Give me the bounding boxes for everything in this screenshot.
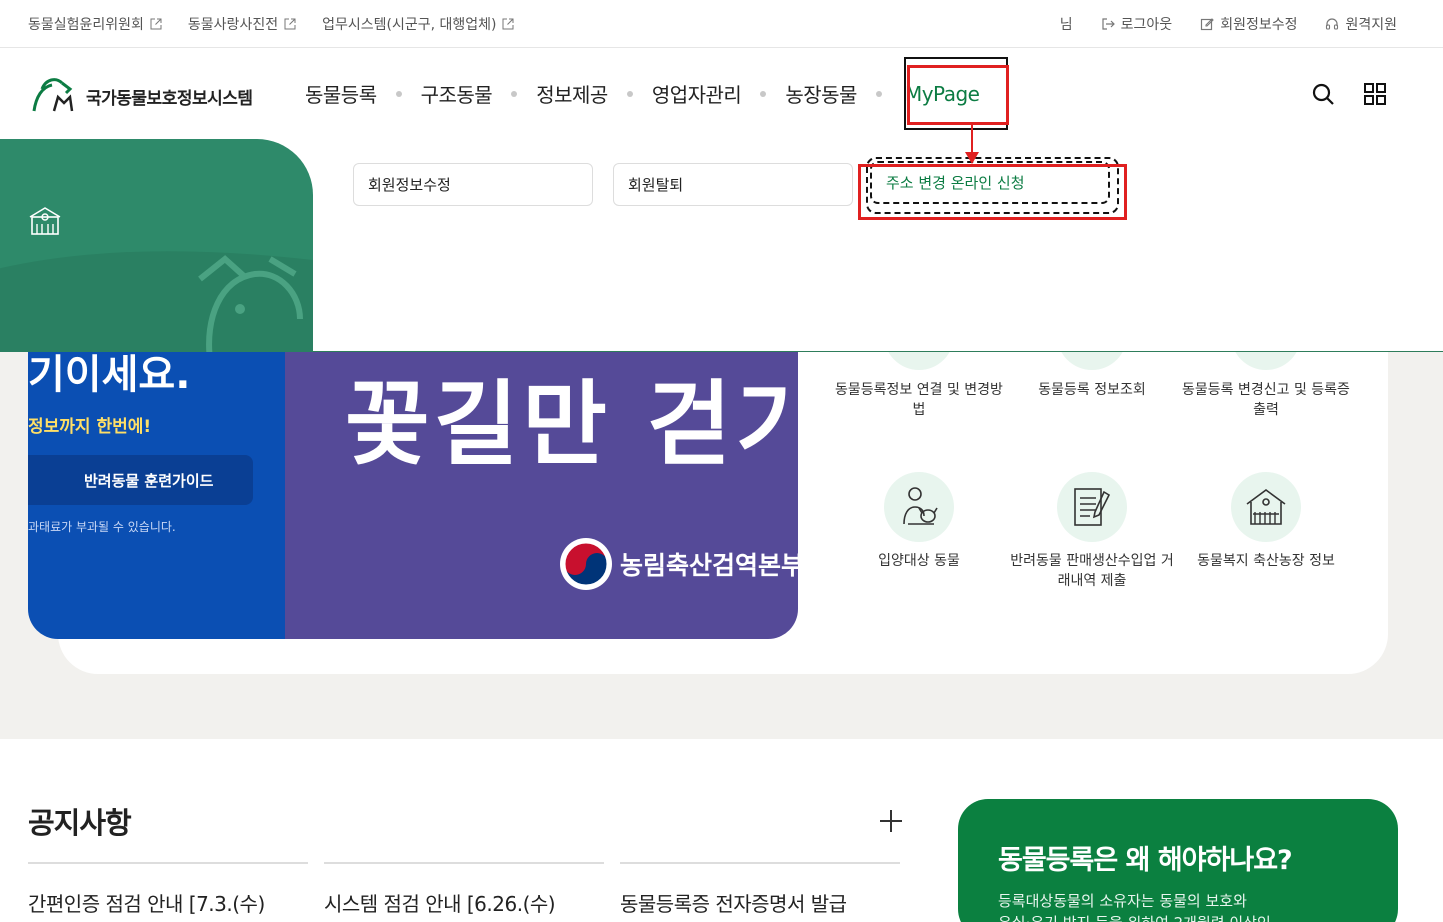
site-logo[interactable]: 국가동물보호정보시스템 (28, 75, 253, 118)
banner-headline: 꽃길만 걷기 (345, 371, 798, 478)
utility-links-left: 동물실험윤리위원회 동물사랑사진전 업무시스템(시군구, 대행업체) (28, 14, 514, 34)
submenu-member-edit[interactable]: 회원정보수정 (353, 163, 593, 206)
farm-house-icon[interactable] (1231, 472, 1301, 542)
logout-label: 로그아웃 (1120, 17, 1173, 33)
arrow-down-icon (960, 124, 984, 166)
quick-link-registration-change[interactable]: 동물등록 변경신고 및 등록증출력 (1181, 380, 1351, 420)
nav-information[interactable]: 정보제공 (536, 79, 608, 108)
external-link-icon (150, 18, 162, 30)
submenu-side-panel (0, 139, 313, 352)
quick-link-adoption[interactable]: 입양대상 동물 (834, 551, 1004, 571)
utility-bar: 동물실험윤리위원회 동물사랑사진전 업무시스템(시군구, 대행업체) 님 로그아… (0, 0, 1443, 48)
external-link-icon (284, 18, 296, 30)
building-icon (28, 206, 62, 236)
link-label: 동물사랑사진전 (187, 17, 279, 33)
nav-separator (875, 90, 882, 97)
taegeuk-logo-icon (560, 538, 612, 590)
remote-support-label: 원격지원 (1345, 17, 1397, 33)
link-animal-ethics-committee[interactable]: 동물실험윤리위원회 (28, 14, 162, 34)
grid-menu-icon[interactable] (1363, 82, 1387, 106)
quick-link-trade-submission[interactable]: 반려동물 판매생산수입업 거래내역 제출 (1007, 551, 1177, 591)
notice-divider (620, 862, 900, 864)
member-edit-label: 회원정보수정 (1220, 17, 1298, 33)
main-nav: 동물등록 구조동물 정보제공 영업자관리 농장동물 MyPage (305, 79, 980, 108)
quick-link-welfare-farm[interactable]: 동물복지 축산농장 정보 (1181, 551, 1351, 571)
utility-links-right: 님 로그아웃 회원정보수정 원격지원 (1060, 14, 1397, 34)
banner-note: 과태료가 부과될 수 있습니다. (28, 520, 176, 534)
page: 동물실험윤리위원회 동물사랑사진전 업무시스템(시군구, 대행업체) 님 로그아… (0, 0, 1443, 922)
document-edit-icon[interactable] (1057, 472, 1127, 542)
logo-text: 국가동물보호정보시스템 (86, 89, 253, 109)
header-icons (1311, 82, 1387, 106)
link-animal-photo-contest[interactable]: 동물사랑사진전 (188, 14, 296, 34)
external-link-icon (502, 18, 514, 30)
user-greeting: 님 (1059, 17, 1073, 33)
plus-icon[interactable] (878, 808, 904, 834)
search-icon[interactable] (1311, 82, 1335, 106)
quick-link-registration-connect[interactable]: 동물등록정보 연결 및 변경방법 (834, 380, 1004, 420)
highlight-box (858, 164, 1127, 220)
main-header: 국가동물보호정보시스템 동물등록 구조동물 정보제공 영업자관리 농장동물 My… (0, 49, 1443, 139)
nav-separator (760, 90, 767, 97)
submenu-member-withdraw[interactable]: 회원탈퇴 (613, 163, 853, 206)
nav-animal-registration[interactable]: 동물등록 (305, 79, 377, 108)
training-guide-button[interactable]: 반려동물 훈련가이드 (28, 455, 253, 505)
link-label: 동물실험윤리위원회 (28, 17, 144, 33)
logout-icon (1101, 17, 1115, 31)
notice-item[interactable]: 시스템 점검 안내 [6.26.(수) (324, 888, 556, 917)
nav-business-management[interactable]: 영업자관리 (652, 79, 742, 108)
why-register-desc-line: 등록대상동물의 소유자는 동물의 보호와 (998, 892, 1247, 910)
remote-support-link[interactable]: 원격지원 (1325, 14, 1397, 34)
link-label: 업무시스템(시군구, 대행업체) (322, 17, 497, 33)
link-business-system[interactable]: 업무시스템(시군구, 대행업체) (322, 14, 514, 34)
quick-link-registration-lookup[interactable]: 동물등록 정보조회 (1007, 380, 1177, 400)
highlight-box (907, 65, 1009, 125)
nav-farm-animals[interactable]: 농장동물 (785, 79, 857, 108)
dog-logo-icon (28, 75, 78, 118)
notice-item[interactable]: 동물등록증 전자증명서 발급 (620, 888, 847, 917)
nav-separator (626, 90, 633, 97)
nav-separator (511, 90, 518, 97)
headset-icon (1325, 17, 1339, 31)
why-register-desc: 등록대상동물의 소유자는 동물의 보호와 유실·유기 방지 등을 위하여 2개월… (998, 890, 1271, 922)
nav-separator (395, 90, 402, 97)
notice-divider (324, 862, 604, 864)
banner-org-name: 농림축산검역본부 (620, 551, 798, 580)
notice-divider (28, 862, 308, 864)
banner-highlight: 정보까지 한번에! (28, 417, 152, 437)
person-with-dog-icon[interactable] (884, 472, 954, 542)
why-register-desc-line: 유실·유기 방지 등을 위하여 2개월령 이상인 (998, 912, 1271, 922)
member-edit-link[interactable]: 회원정보수정 (1200, 14, 1297, 34)
notice-title: 공지사항 (28, 806, 132, 840)
logout-link[interactable]: 로그아웃 (1101, 14, 1173, 34)
banner-org: 농림축산검역본부 (560, 538, 798, 590)
dog-watermark-icon (170, 239, 313, 352)
edit-icon (1200, 17, 1214, 31)
why-register-title: 동물등록은 왜 해야하나요? (998, 845, 1293, 876)
nav-rescued-animals[interactable]: 구조동물 (421, 79, 493, 108)
notice-item[interactable]: 간편인증 점검 안내 [7.3.(수) (28, 888, 265, 917)
